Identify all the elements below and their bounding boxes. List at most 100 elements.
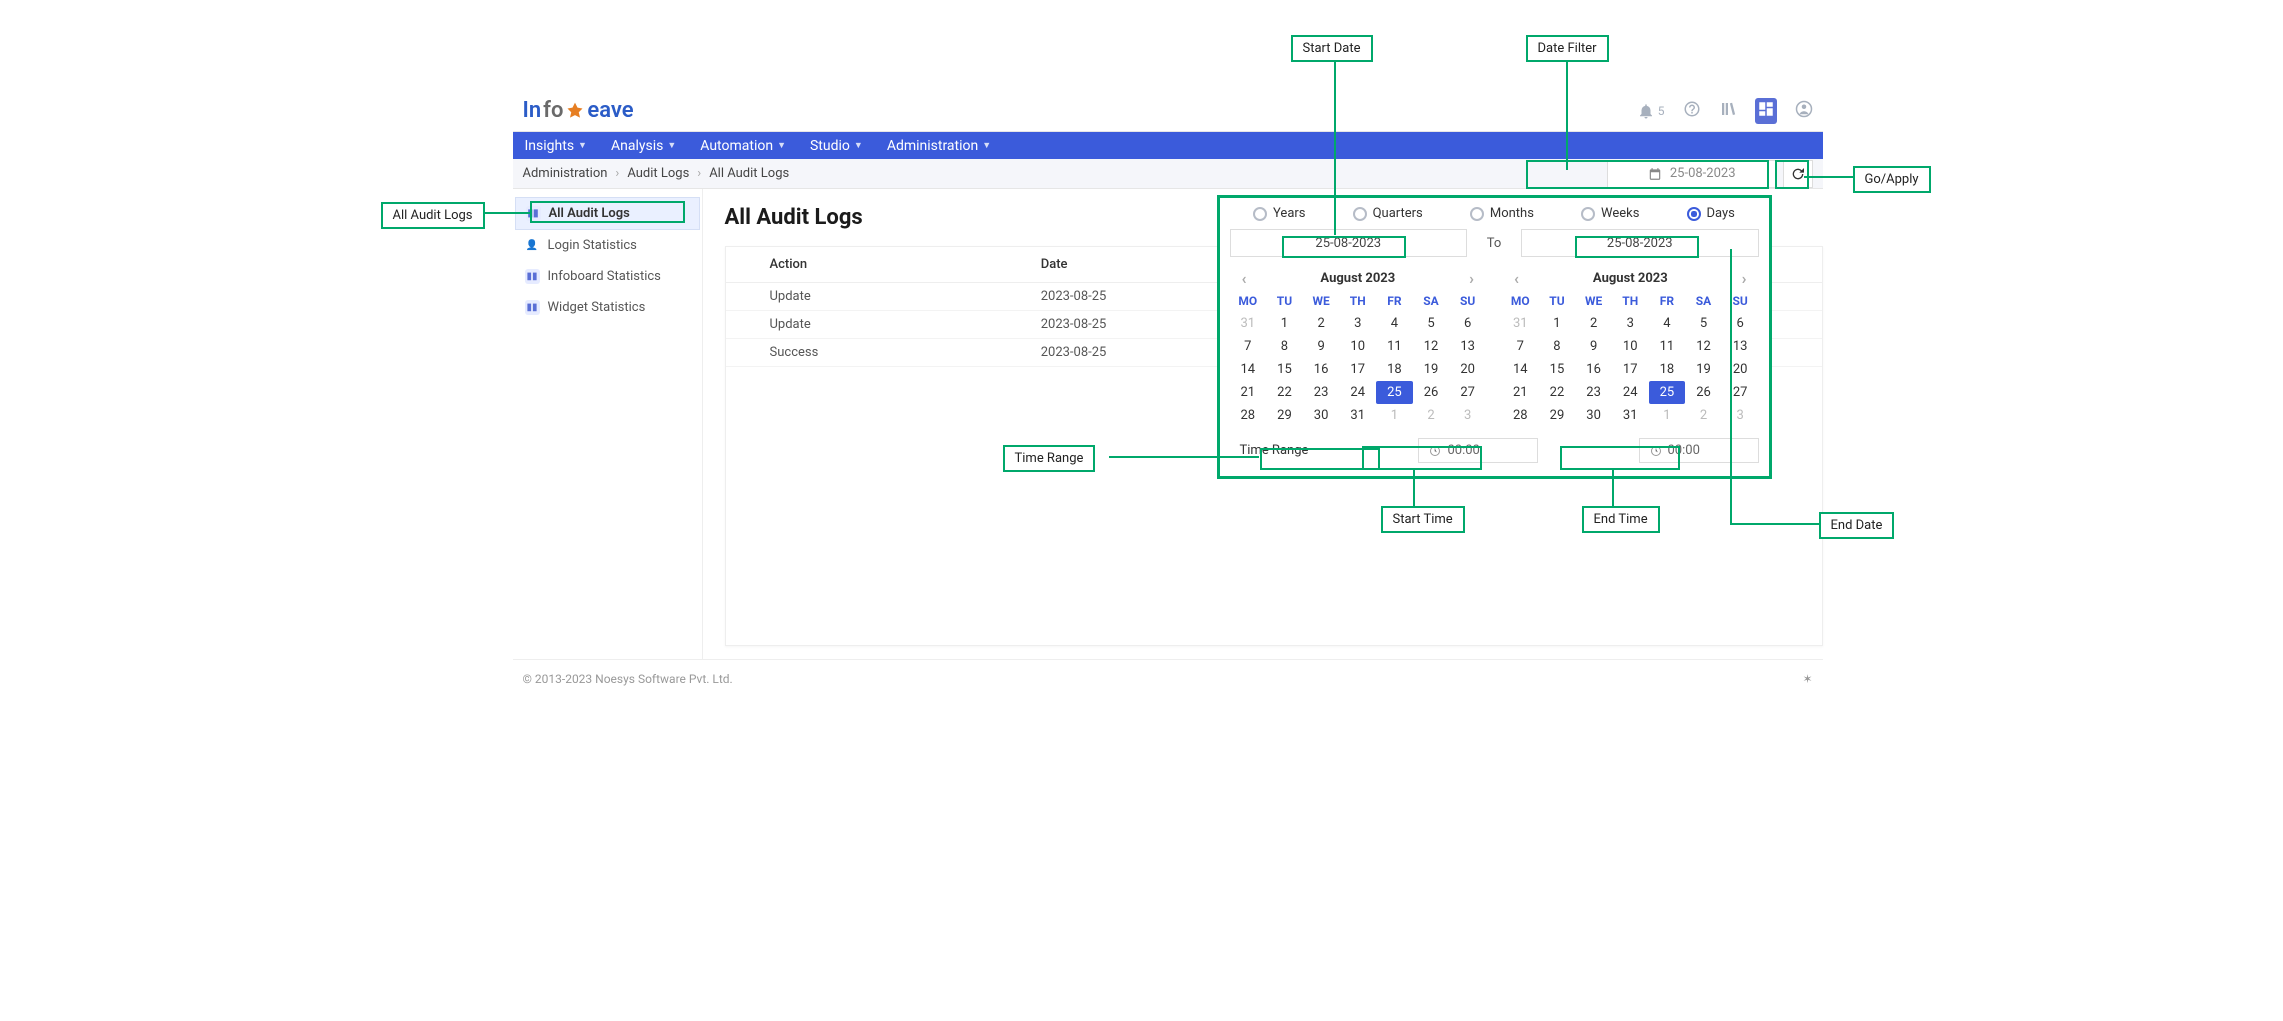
calendar-day[interactable]: 8 (1539, 335, 1576, 358)
calendar-day[interactable]: 2 (1303, 312, 1340, 335)
date-filter[interactable]: 25-08-2023 (1607, 160, 1777, 188)
user-avatar-icon[interactable] (1795, 100, 1813, 122)
calendar-day[interactable]: 21 (1230, 381, 1267, 404)
calendar-day[interactable]: 5 (1413, 312, 1450, 335)
calendar-day[interactable]: 23 (1303, 381, 1340, 404)
calendar-day[interactable]: 31 (1502, 312, 1539, 335)
start-time-input[interactable]: 00:00 (1418, 438, 1538, 463)
calendar-day[interactable]: 24 (1612, 381, 1649, 404)
bell-icon[interactable]: 5 (1637, 102, 1665, 120)
calendar-day[interactable]: 8 (1266, 335, 1303, 358)
calendar-day[interactable]: 11 (1376, 335, 1413, 358)
calendar-day[interactable]: 27 (1449, 381, 1486, 404)
calendar-day[interactable]: 6 (1449, 312, 1486, 335)
calendar-day[interactable]: 20 (1722, 358, 1759, 381)
nav-insights[interactable]: Insights▼ (525, 138, 587, 154)
calendar-day[interactable]: 13 (1449, 335, 1486, 358)
calendar-day[interactable]: 4 (1376, 312, 1413, 335)
gran-months[interactable]: Months (1470, 206, 1534, 221)
calendar-day[interactable]: 18 (1376, 358, 1413, 381)
calendar-day[interactable]: 1 (1376, 404, 1413, 427)
col-action[interactable]: Action (758, 247, 1029, 283)
calendar-day[interactable]: 3 (1449, 404, 1486, 427)
calendar-day[interactable]: 7 (1230, 335, 1267, 358)
calendar-day[interactable]: 14 (1502, 358, 1539, 381)
calendar-day[interactable]: 20 (1449, 358, 1486, 381)
calendar-day[interactable]: 2 (1413, 404, 1450, 427)
calendar-day[interactable]: 25 (1649, 381, 1686, 404)
calendar-day[interactable]: 22 (1266, 381, 1303, 404)
calendar-day[interactable]: 31 (1339, 404, 1376, 427)
nav-automation[interactable]: Automation▼ (700, 138, 786, 154)
calendar-day[interactable]: 26 (1685, 381, 1722, 404)
time-range-button[interactable]: Time Range (1230, 437, 1319, 464)
prev-month-button[interactable]: ‹ (1508, 269, 1525, 288)
calendar-day[interactable]: 28 (1230, 404, 1267, 427)
calendar-day[interactable]: 1 (1539, 312, 1576, 335)
calendar-day[interactable]: 9 (1303, 335, 1340, 358)
calendar-day[interactable]: 15 (1539, 358, 1576, 381)
gran-weeks[interactable]: Weeks (1581, 206, 1639, 221)
calendar-day[interactable]: 2 (1575, 312, 1612, 335)
calendar-day[interactable]: 17 (1612, 358, 1649, 381)
prev-month-button[interactable]: ‹ (1236, 269, 1253, 288)
calendar-day[interactable]: 6 (1722, 312, 1759, 335)
calendar-day[interactable]: 31 (1612, 404, 1649, 427)
calendar-day[interactable]: 18 (1649, 358, 1686, 381)
calendar-day[interactable]: 30 (1575, 404, 1612, 427)
calendar-day[interactable]: 1 (1266, 312, 1303, 335)
calendar-day[interactable]: 12 (1413, 335, 1450, 358)
calendar-day[interactable]: 31 (1230, 312, 1267, 335)
calendar-day[interactable]: 19 (1685, 358, 1722, 381)
calendar-day[interactable]: 15 (1266, 358, 1303, 381)
calendar-day[interactable]: 16 (1575, 358, 1612, 381)
crumb-audit-logs[interactable]: Audit Logs (627, 166, 689, 181)
calendar-day[interactable]: 10 (1612, 335, 1649, 358)
calendar-day[interactable]: 21 (1502, 381, 1539, 404)
calendar-day[interactable]: 27 (1722, 381, 1759, 404)
calendar-day[interactable]: 11 (1649, 335, 1686, 358)
calendar-day[interactable]: 28 (1502, 404, 1539, 427)
end-date-input[interactable]: 25-08-2023 (1521, 229, 1759, 257)
nav-studio[interactable]: Studio▼ (810, 138, 863, 154)
calendar-day[interactable]: 3 (1612, 312, 1649, 335)
calendar-day[interactable]: 2 (1685, 404, 1722, 427)
crumb-administration[interactable]: Administration (523, 166, 608, 181)
calendar-day[interactable]: 4 (1649, 312, 1686, 335)
end-time-input[interactable]: 00:00 (1639, 438, 1759, 463)
calendar-day[interactable]: 7 (1502, 335, 1539, 358)
calendar-day[interactable]: 24 (1339, 381, 1376, 404)
calendar-day[interactable]: 30 (1303, 404, 1340, 427)
gran-years[interactable]: Years (1253, 206, 1305, 221)
sidebar-item-widget-statistics[interactable]: ▮▮ Widget Statistics (515, 292, 700, 323)
calendar-day[interactable]: 9 (1575, 335, 1612, 358)
calendar-day[interactable]: 16 (1303, 358, 1340, 381)
calendar-day[interactable]: 10 (1339, 335, 1376, 358)
start-date-input[interactable]: 25-08-2023 (1230, 229, 1468, 257)
gran-days[interactable]: Days (1687, 206, 1735, 221)
next-month-button[interactable]: › (1736, 269, 1753, 288)
sidebar-item-infoboard-statistics[interactable]: ▮▮ Infoboard Statistics (515, 261, 700, 292)
nav-analysis[interactable]: Analysis▼ (611, 138, 676, 154)
next-month-button[interactable]: › (1463, 269, 1480, 288)
calendar-day[interactable]: 29 (1266, 404, 1303, 427)
sidebar-item-all-audit-logs[interactable]: ▮▮ All Audit Logs (515, 197, 700, 230)
gran-quarters[interactable]: Quarters (1353, 206, 1423, 221)
calendar-day[interactable]: 14 (1230, 358, 1267, 381)
calendar-day[interactable]: 23 (1575, 381, 1612, 404)
calendar-day[interactable]: 3 (1339, 312, 1376, 335)
calendar-day[interactable]: 22 (1539, 381, 1576, 404)
calendar-day[interactable]: 13 (1722, 335, 1759, 358)
sidebar-item-login-statistics[interactable]: 👤 Login Statistics (515, 230, 700, 261)
bug-icon[interactable]: ✶ (1802, 672, 1812, 686)
calendar-day[interactable]: 29 (1539, 404, 1576, 427)
nav-administration[interactable]: Administration▼ (887, 138, 991, 154)
calendar-day[interactable]: 17 (1339, 358, 1376, 381)
help-icon[interactable] (1683, 100, 1701, 122)
dashboard-icon[interactable] (1755, 98, 1777, 124)
calendar-day[interactable]: 25 (1376, 381, 1413, 404)
calendar-day[interactable]: 12 (1685, 335, 1722, 358)
apply-button[interactable] (1783, 160, 1813, 188)
calendar-day[interactable]: 5 (1685, 312, 1722, 335)
calendar-day[interactable]: 1 (1649, 404, 1686, 427)
